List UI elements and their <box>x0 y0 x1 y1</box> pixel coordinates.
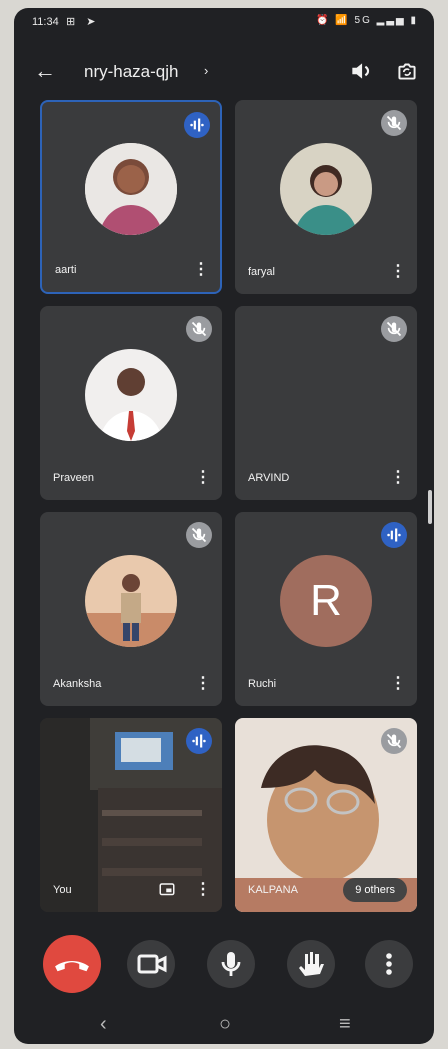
status-right-icons: ⏰ 📶 5G ▂▃▅ ▮ <box>316 15 418 26</box>
avatar-praveen <box>85 349 177 441</box>
mic-off-icon <box>381 316 407 342</box>
avatar-aarti <box>85 143 177 235</box>
end-call-button[interactable] <box>43 935 101 993</box>
more-options-icon[interactable]: ⋮ <box>389 674 407 694</box>
participant-tile-aarti[interactable]: aarti ⋮ <box>40 100 222 294</box>
participant-name: Ruchi <box>248 678 277 690</box>
scroll-indicator[interactable] <box>428 490 432 524</box>
more-options-icon[interactable]: ⋮ <box>389 468 407 488</box>
avatar-faryal <box>280 143 372 235</box>
nav-back-button[interactable]: ‹ <box>100 1013 107 1036</box>
mic-icon <box>221 952 241 976</box>
nav-home-button[interactable]: ○ <box>219 1013 231 1036</box>
more-options-icon[interactable]: ⋮ <box>192 260 210 280</box>
participant-tile-faryal[interactable]: faryal ⋮ <box>235 100 417 294</box>
status-left-icons: ⊞ ➤ <box>66 16 100 28</box>
participant-name: faryal <box>248 266 275 278</box>
more-options-button[interactable] <box>365 940 413 988</box>
participant-tile-akanksha[interactable]: Akanksha ⋮ <box>40 512 222 706</box>
participant-name: aarti <box>55 264 77 276</box>
back-button[interactable]: ← <box>30 56 60 86</box>
participant-tile-kalpana[interactable]: KALPANA 9 others <box>235 718 417 912</box>
participant-name: KALPANA <box>248 884 298 896</box>
hand-icon <box>299 952 324 976</box>
participant-tile-praveen[interactable]: Praveen ⋮ <box>40 306 222 500</box>
participant-tile-arvind[interactable]: ARVIND ⋮ <box>235 306 417 500</box>
avatar-akanksha <box>85 555 177 647</box>
others-count-chip[interactable]: 9 others <box>343 878 407 902</box>
more-options-icon[interactable]: ⋮ <box>194 468 212 488</box>
speaking-indicator-icon <box>186 728 212 754</box>
more-options-icon[interactable]: ⋮ <box>194 880 212 900</box>
end-call-icon <box>55 960 89 972</box>
mic-off-icon <box>186 522 212 548</box>
participant-tile-you[interactable]: You ⋮ <box>40 718 222 912</box>
camera-toggle-button[interactable] <box>127 940 175 988</box>
speaking-indicator-icon <box>184 112 210 138</box>
participant-name: Praveen <box>53 472 94 484</box>
system-navigation-bar: ‹ ○ ≡ <box>14 1005 434 1043</box>
app-bar: ← nry-haza-qjh › <box>14 48 434 98</box>
mic-off-icon <box>381 110 407 136</box>
meeting-code[interactable]: nry-haza-qjh <box>84 62 179 82</box>
more-vert-icon <box>386 953 392 975</box>
raise-hand-button[interactable] <box>287 940 335 988</box>
speaking-indicator-icon <box>381 522 407 548</box>
participant-name: You <box>53 884 72 896</box>
call-controls <box>14 933 434 997</box>
videocam-icon <box>137 954 167 974</box>
phone-screen: 11:34 ⊞ ➤ ⏰ 📶 5G ▂▃▅ ▮ ← nry-haza-qjh › <box>14 8 434 1044</box>
more-options-icon[interactable]: ⋮ <box>194 674 212 694</box>
status-bar: 11:34 ⊞ ➤ ⏰ 📶 5G ▂▃▅ ▮ <box>14 8 434 36</box>
status-time: 11:34 <box>32 16 59 28</box>
avatar-ruchi: R <box>280 555 372 647</box>
speaker-icon[interactable] <box>348 58 374 84</box>
nav-recents-button[interactable]: ≡ <box>339 1013 351 1036</box>
picture-in-picture-icon[interactable] <box>158 881 176 899</box>
participant-tile-ruchi[interactable]: R Ruchi ⋮ <box>235 512 417 706</box>
participant-name: Akanksha <box>53 678 102 690</box>
mic-toggle-button[interactable] <box>207 940 255 988</box>
mic-off-icon <box>381 728 407 754</box>
chevron-right-icon[interactable]: › <box>204 63 208 78</box>
switch-camera-icon[interactable] <box>394 58 420 84</box>
mic-off-icon <box>186 316 212 342</box>
more-options-icon[interactable]: ⋮ <box>389 262 407 282</box>
participant-name: ARVIND <box>248 472 290 484</box>
